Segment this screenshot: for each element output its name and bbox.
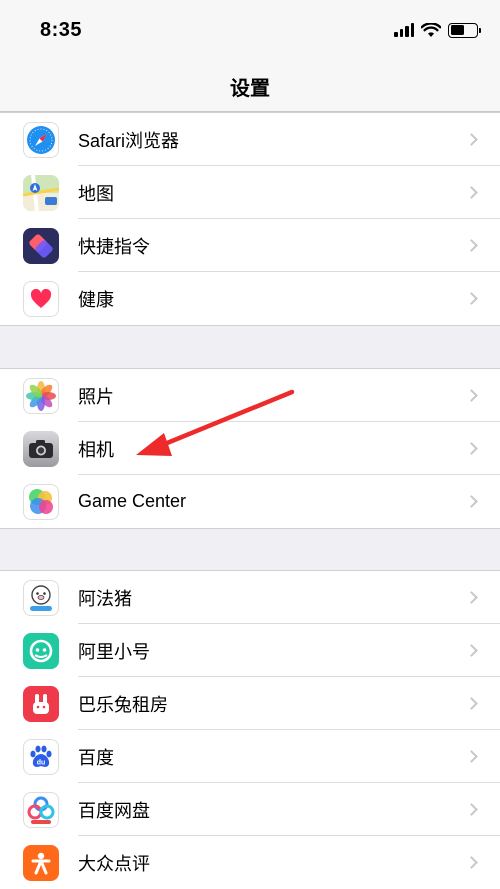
nav-bar: 设置 — [0, 58, 500, 112]
maps-icon — [23, 174, 59, 211]
chevron-right-icon — [465, 186, 478, 199]
settings-row-label: 百度网盘 — [78, 800, 150, 821]
settings-row-maps[interactable]: 地图 — [0, 166, 500, 219]
photos-icon — [23, 377, 59, 414]
dianping-icon — [23, 844, 59, 881]
settings-row-afazhu[interactable]: 阿法猪 — [0, 571, 500, 624]
chevron-right-icon — [465, 389, 478, 402]
status-time: 8:35 — [40, 19, 83, 41]
cellular-signal-icon — [394, 23, 414, 37]
settings-row-label: 地图 — [78, 183, 114, 204]
chevron-right-icon — [465, 495, 478, 508]
settings-row-camera[interactable]: 相机 — [0, 422, 500, 475]
status-bar: 8:35 — [0, 0, 500, 58]
shortcuts-icon — [23, 227, 59, 264]
settings-group-media: 照片 相机 Game Center — [0, 368, 500, 529]
settings-row-dianping[interactable]: 大众点评 — [0, 836, 500, 889]
settings-row-label: 快捷指令 — [78, 236, 150, 257]
page-title: 设置 — [230, 78, 270, 100]
chevron-right-icon — [465, 856, 478, 869]
settings-row-shortcuts[interactable]: 快捷指令 — [0, 219, 500, 272]
wifi-icon — [421, 22, 441, 37]
settings-row-label: 阿法猪 — [78, 588, 132, 609]
settings-group-third-party-apps: 阿法猪 阿里小号 巴乐兔租房 du 百度 百度网盘 大众点评 — [0, 570, 500, 889]
settings-row-baidu-netdisk[interactable]: 百度网盘 — [0, 783, 500, 836]
alixiaohao-icon — [23, 632, 59, 669]
settings-row-label: 健康 — [78, 289, 114, 310]
settings-row-safari[interactable]: Safari浏览器 — [0, 113, 500, 166]
settings-row-baletu[interactable]: 巴乐兔租房 — [0, 677, 500, 730]
chevron-right-icon — [465, 239, 478, 252]
settings-row-label: 照片 — [78, 386, 114, 407]
game-center-icon — [23, 483, 59, 520]
chevron-right-icon — [465, 803, 478, 816]
settings-row-photos[interactable]: 照片 — [0, 369, 500, 422]
camera-icon — [23, 430, 59, 467]
chevron-right-icon — [465, 442, 478, 455]
settings-row-label: 阿里小号 — [78, 641, 150, 662]
safari-icon — [23, 121, 59, 158]
chevron-right-icon — [465, 292, 478, 305]
chevron-right-icon — [465, 697, 478, 710]
settings-row-alixiaohao[interactable]: 阿里小号 — [0, 624, 500, 677]
status-icons — [394, 20, 481, 40]
settings-row-label: Game Center — [78, 491, 187, 511]
settings-row-game-center[interactable]: Game Center — [0, 475, 500, 528]
chevron-right-icon — [465, 133, 478, 146]
chevron-right-icon — [465, 750, 478, 763]
afazhu-icon — [23, 579, 59, 616]
chevron-right-icon — [465, 591, 478, 604]
settings-row-label: 百度 — [78, 747, 114, 768]
battery-icon — [448, 22, 481, 38]
settings-row-baidu[interactable]: du 百度 — [0, 730, 500, 783]
baidu-icon: du — [23, 738, 59, 775]
baletu-icon — [23, 685, 59, 722]
settings-row-label: 相机 — [78, 439, 114, 460]
settings-row-label: 巴乐兔租房 — [78, 694, 168, 715]
settings-row-label: Safari浏览器 — [78, 130, 180, 151]
baidu-netdisk-icon — [23, 791, 59, 828]
svg-text:du: du — [37, 759, 46, 766]
chevron-right-icon — [465, 644, 478, 657]
settings-group-system-apps: Safari浏览器 地图 快捷指令 健康 — [0, 112, 500, 326]
health-icon — [23, 280, 59, 317]
settings-row-label: 大众点评 — [78, 853, 150, 874]
settings-row-health[interactable]: 健康 — [0, 272, 500, 325]
